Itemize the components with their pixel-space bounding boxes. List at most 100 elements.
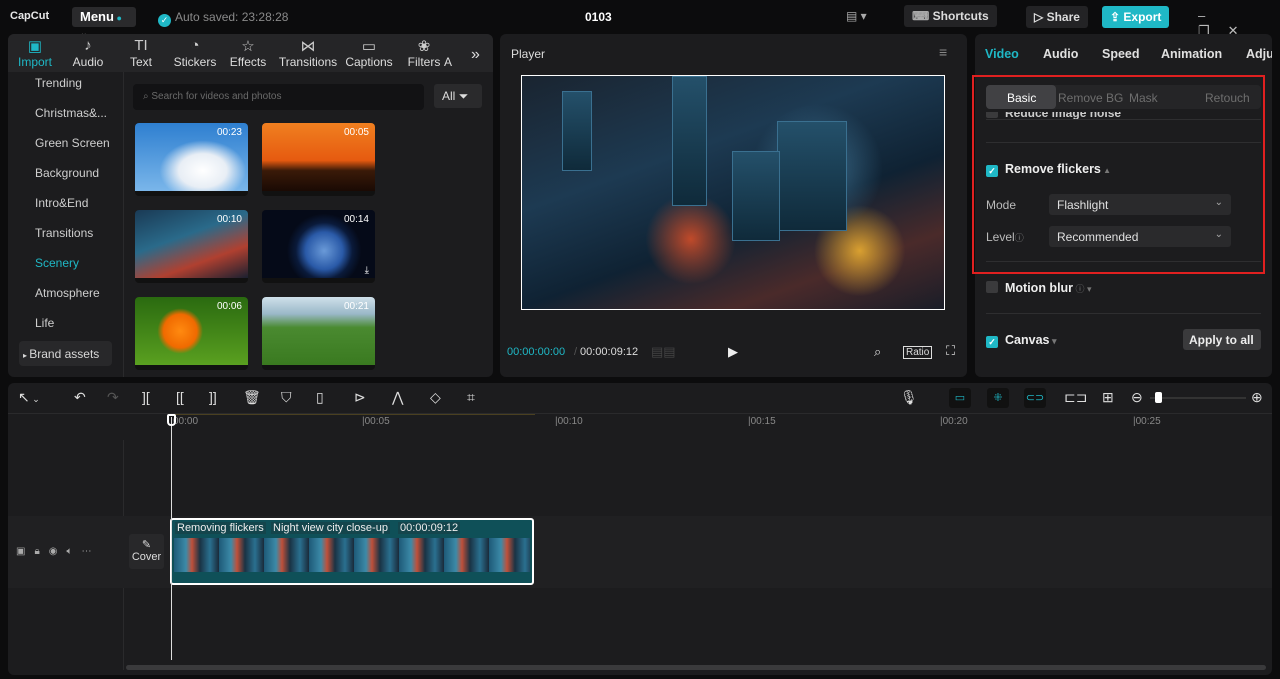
filter-label: All: [442, 89, 456, 103]
brand-assets-button[interactable]: ▸ Brand assets: [19, 341, 112, 366]
ratio-button[interactable]: Ratio: [903, 346, 933, 359]
volume-icon[interactable]: 🔈︎: [67, 546, 82, 557]
microphone-icon[interactable]: 🎙: [900, 389, 918, 406]
category-christmas[interactable]: Christmas&...: [35, 106, 107, 120]
share-button[interactable]: ▷ Share: [1026, 6, 1088, 28]
track-icon[interactable]: ▣: [16, 546, 34, 557]
category-intro-end[interactable]: Intro&End: [35, 196, 88, 210]
video-clip[interactable]: Removing flickers Night view city close-…: [170, 518, 534, 585]
category-life[interactable]: Life: [35, 316, 54, 330]
tab-video[interactable]: Video: [985, 47, 1019, 61]
horizontal-scrollbar[interactable]: [126, 665, 1266, 670]
motion-blur-checkbox[interactable]: [986, 281, 998, 293]
rotate-icon[interactable]: ◇: [430, 389, 441, 406]
media-thumb-city[interactable]: 00:10: [135, 210, 248, 283]
fullscreen-icon[interactable]: ⛶: [946, 343, 955, 359]
tab-animation[interactable]: Animation: [1161, 47, 1222, 61]
hamburger-icon[interactable]: ≡: [939, 44, 947, 60]
video-preview[interactable]: [521, 75, 945, 310]
blank-icon: [438, 37, 458, 55]
split-icon[interactable]: ][: [142, 389, 150, 405]
tab-adjustment[interactable]: Adju: [1246, 47, 1272, 61]
eye-icon[interactable]: ◉: [49, 546, 67, 557]
media-thumb-flower[interactable]: 00:06: [135, 297, 248, 370]
category-atmosphere[interactable]: Atmosphere: [35, 286, 100, 300]
zoom-preview-icon[interactable]: ⌕: [874, 344, 881, 360]
ruler-tick-label: 00:05: [364, 416, 390, 427]
delete-icon[interactable]: 🗑: [243, 389, 261, 406]
caret-down-icon[interactable]: ▾: [1049, 336, 1057, 346]
more-icon[interactable]: ⋯: [82, 546, 101, 557]
building: [672, 76, 707, 206]
reverse-icon[interactable]: ⊳: [354, 389, 366, 406]
category-transitions[interactable]: Transitions: [35, 226, 93, 240]
export-button[interactable]: ⇪ Export: [1102, 6, 1170, 28]
motion-blur-label: Motion blur: [1005, 281, 1074, 295]
search-input[interactable]: ⌕ Search for videos and photos: [133, 84, 424, 110]
media-thumb-clouds[interactable]: 00:23: [135, 123, 248, 196]
crop-icon[interactable]: ⌗: [467, 389, 475, 406]
tab-import[interactable]: ▣ Import: [5, 37, 65, 69]
auto-saved-status: ✓ Auto saved: 23:28:28: [158, 10, 288, 27]
transitions-icon: ⋈: [300, 38, 316, 55]
tab-stickers[interactable]: ◔ Stickers: [165, 37, 225, 69]
preview-axis-icon[interactable]: ⊏⊐: [1064, 389, 1087, 406]
split-right-icon[interactable]: ]]: [209, 389, 217, 405]
canvas-checkbox[interactable]: ✓: [986, 336, 998, 348]
category-background[interactable]: Background: [35, 166, 99, 180]
apply-to-all-button[interactable]: Apply to all: [1183, 329, 1261, 350]
import-icon: ▣: [27, 38, 43, 55]
play-icon[interactable]: ▶: [728, 344, 738, 360]
menu-button[interactable]: Menu ● ⌄: [72, 7, 136, 38]
shortcuts-button[interactable]: ⌨ Shortcuts: [904, 5, 997, 27]
media-thumb-desert[interactable]: 00:05: [262, 123, 375, 196]
tab-label: Filters: [407, 55, 441, 69]
media-thumb-earth[interactable]: 00:14 ⤓: [262, 210, 375, 283]
tab-more[interactable]: A: [438, 37, 458, 69]
ruler-tick: 00:00: [173, 416, 199, 427]
divider: [986, 313, 1261, 314]
playhead-handle[interactable]: [167, 414, 176, 426]
media-thumb-hills[interactable]: 00:21: [262, 297, 375, 370]
playhead[interactable]: [171, 417, 172, 660]
link-icon[interactable]: ⊂⊃: [1024, 388, 1046, 408]
zoom-slider-handle[interactable]: [1155, 392, 1162, 403]
more-tabs-icon[interactable]: »: [471, 46, 480, 64]
main-track-magnet-icon[interactable]: ▭: [949, 388, 971, 408]
stickers-icon: ◔: [190, 37, 200, 54]
auto-snap-icon[interactable]: ⁜: [987, 388, 1009, 408]
zoom-in-icon[interactable]: ⊕: [1251, 389, 1263, 406]
track-controls: ▣🔒︎◉🔈︎⋯: [16, 546, 101, 557]
zoom-slider[interactable]: [1150, 397, 1246, 399]
select-tool-icon[interactable]: ↖ ⌄: [18, 389, 40, 406]
undo-icon[interactable]: ↶: [74, 389, 86, 406]
tab-speed[interactable]: Speed: [1102, 47, 1140, 61]
motion-blur-row: Motion blur ⓘ ▾: [986, 281, 1092, 295]
tab-audio-inspector[interactable]: Audio: [1043, 47, 1078, 61]
upload-icon: ⇪: [1110, 10, 1124, 24]
timeline-grid-icon[interactable]: ▤▤: [651, 344, 676, 360]
tab-captions[interactable]: ▭ Captions: [339, 37, 399, 69]
cover-button[interactable]: ✎ Cover: [129, 534, 164, 569]
category-trending[interactable]: Trending: [35, 76, 82, 90]
minimize-icon[interactable]: –: [1198, 8, 1223, 23]
redo-icon[interactable]: ↷: [107, 389, 119, 406]
tab-audio[interactable]: ♪ Audio: [58, 37, 118, 69]
tab-effects[interactable]: ☆ Effects: [218, 37, 278, 69]
category-scenery[interactable]: Scenery: [35, 256, 79, 270]
layout-icon[interactable]: ▤ ▾: [846, 9, 867, 23]
category-green-screen[interactable]: Green Screen: [35, 136, 110, 150]
zoom-out-icon[interactable]: ⊖: [1131, 389, 1143, 406]
marker-icon[interactable]: ⛉: [281, 389, 292, 406]
fit-timeline-icon[interactable]: ⊞: [1102, 389, 1114, 406]
help-icon[interactable]: ⓘ ▾: [1073, 284, 1092, 294]
filter-all-button[interactable]: All ⏷: [434, 84, 482, 108]
freeze-icon[interactable]: ▯: [316, 389, 324, 406]
mirror-icon[interactable]: ⋀: [392, 389, 403, 406]
tab-text[interactable]: TI Text: [111, 37, 171, 69]
cover-label: Cover: [131, 551, 162, 563]
lock-icon[interactable]: 🔒︎: [34, 546, 48, 557]
download-icon[interactable]: ⤓: [365, 265, 369, 276]
tab-transitions[interactable]: ⋈ Transitions: [278, 37, 338, 69]
split-left-icon[interactable]: [[: [176, 389, 184, 405]
